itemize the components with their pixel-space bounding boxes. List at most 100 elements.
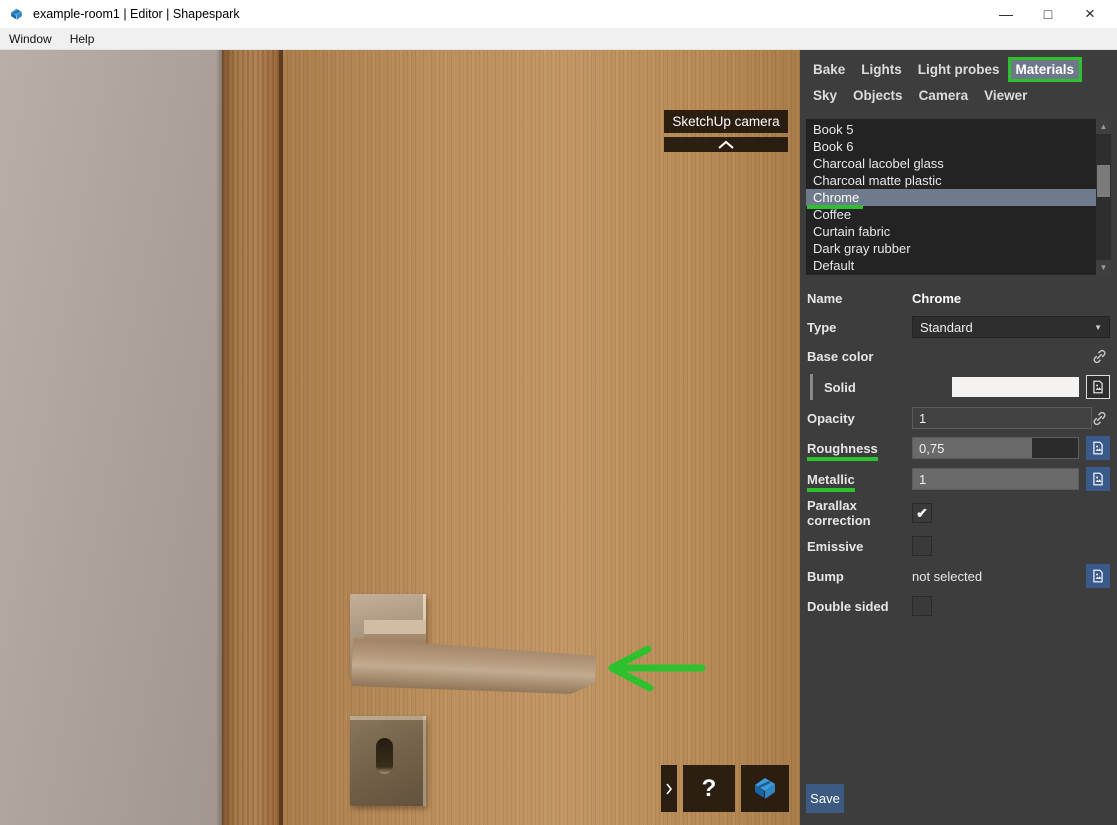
menu-help[interactable]: Help	[61, 30, 104, 48]
list-item[interactable]: Book 5	[806, 121, 1096, 138]
tab-bake[interactable]: Bake	[808, 60, 850, 79]
expand-panel-button[interactable]	[661, 765, 677, 812]
scene-wall	[0, 50, 222, 825]
name-row: Name Chrome	[807, 287, 1110, 309]
list-item[interactable]: Dark gray rubber	[806, 240, 1096, 257]
roughness-row: Roughness 0,75	[807, 436, 1110, 460]
metallic-row: Metallic 1	[807, 467, 1110, 491]
window-title: example-room1 | Editor | Shapespark	[33, 7, 240, 21]
list-item[interactable]: Curtain fabric	[806, 223, 1096, 240]
solid-label: Solid	[824, 380, 856, 395]
double-sided-row: Double sided	[807, 595, 1110, 617]
menu-bar: Window Help	[0, 28, 1117, 50]
tab-camera[interactable]: Camera	[914, 86, 974, 105]
sketchup-camera-label: SketchUp camera	[672, 114, 779, 129]
chevron-up-icon	[717, 140, 735, 149]
menu-window[interactable]: Window	[0, 30, 61, 48]
opacity-label: Opacity	[807, 411, 912, 426]
opacity-row: Opacity 1	[807, 407, 1110, 429]
sketchup-camera-button[interactable]: SketchUp camera	[664, 110, 788, 133]
maximize-button[interactable]: □	[1027, 0, 1069, 28]
tab-light-probes[interactable]: Light probes	[913, 60, 1005, 79]
metallic-texture-button[interactable]	[1086, 467, 1110, 491]
list-scrollbar[interactable]: ▲ ▼	[1096, 119, 1111, 275]
collapse-camera-bar[interactable]	[664, 137, 788, 152]
parallax-label: Parallax correction	[807, 498, 912, 528]
base-color-row: Base color	[807, 345, 1110, 367]
list-item[interactable]: Default	[806, 257, 1096, 274]
base-color-label: Base color	[807, 349, 912, 364]
viewport-buttons: ?	[661, 765, 789, 812]
roughness-value: 0,75	[919, 438, 944, 458]
metallic-label: Metallic	[807, 472, 855, 487]
scroll-up-icon[interactable]: ▲	[1096, 119, 1111, 134]
texture-picker-button[interactable]	[1086, 375, 1110, 399]
base-color-swatch[interactable]	[952, 377, 1079, 397]
scene-door	[283, 50, 800, 825]
list-item[interactable]: Charcoal matte plastic	[806, 172, 1096, 189]
editor-panel: Bake Lights Light probes Materials Sky O…	[800, 50, 1117, 825]
metallic-fill	[913, 469, 1078, 489]
materials-list: Book 5 Book 6 Charcoal lacobel glass Cha…	[806, 119, 1111, 275]
emissive-row: Emissive	[807, 535, 1110, 557]
double-sided-checkbox[interactable]	[912, 596, 932, 616]
chevron-down-icon: ▼	[1094, 323, 1102, 332]
material-properties: Name Chrome Type Standard ▼ Base color	[800, 275, 1117, 617]
tab-sky[interactable]: Sky	[808, 86, 842, 105]
name-label: Name	[807, 291, 912, 306]
chevron-right-icon	[665, 782, 673, 796]
checkmark-icon: ✔	[916, 505, 928, 522]
close-button[interactable]: ×	[1069, 0, 1111, 28]
list-item-selected[interactable]: Chrome	[806, 189, 1096, 206]
indent-bar	[810, 374, 813, 400]
title-bar: example-room1 | Editor | Shapespark — □ …	[0, 0, 1117, 28]
scroll-down-icon[interactable]: ▼	[1096, 260, 1111, 275]
roughness-slider[interactable]: 0,75	[912, 437, 1079, 459]
link-icon[interactable]	[1092, 411, 1110, 426]
window-controls: — □ ×	[985, 0, 1111, 28]
double-sided-label: Double sided	[807, 599, 912, 614]
bump-label: Bump	[807, 569, 912, 584]
help-label: ?	[702, 775, 717, 803]
panel-tabs: Bake Lights Light probes Materials Sky O…	[800, 50, 1117, 105]
opacity-input[interactable]: 1	[912, 407, 1092, 429]
shapespark-logo-icon	[749, 773, 781, 805]
save-button[interactable]: Save	[806, 784, 844, 813]
bump-value: not selected	[912, 569, 982, 584]
emissive-label: Emissive	[807, 539, 912, 554]
parallax-row: Parallax correction ✔	[807, 498, 1110, 528]
list-item[interactable]: Charcoal lacobel glass	[806, 155, 1096, 172]
type-select[interactable]: Standard ▼	[912, 316, 1110, 338]
minimize-button[interactable]: —	[985, 0, 1027, 28]
scrollbar-thumb[interactable]	[1097, 165, 1110, 197]
bump-texture-button[interactable]	[1086, 564, 1110, 588]
scene-keyhole	[376, 738, 393, 774]
shapespark-logo-icon	[8, 6, 25, 23]
tab-lights[interactable]: Lights	[856, 60, 907, 79]
metallic-value: 1	[919, 469, 926, 489]
texture-icon	[1091, 380, 1105, 394]
roughness-texture-button[interactable]	[1086, 436, 1110, 460]
parallax-checkbox[interactable]: ✔	[912, 503, 932, 523]
scene-door-frame	[222, 50, 279, 825]
metallic-slider[interactable]: 1	[912, 468, 1079, 490]
materials-list-items: Book 5 Book 6 Charcoal lacobel glass Cha…	[806, 121, 1096, 274]
tab-objects[interactable]: Objects	[848, 86, 908, 105]
link-icon[interactable]	[1092, 349, 1110, 364]
tab-materials[interactable]: Materials	[1011, 60, 1080, 79]
shapespark-brand-button[interactable]	[741, 765, 789, 812]
texture-icon	[1091, 441, 1105, 455]
name-value: Chrome	[912, 291, 961, 306]
type-row: Type Standard ▼	[807, 316, 1110, 338]
annotation-arrow-icon	[598, 640, 710, 696]
help-button[interactable]: ?	[683, 765, 735, 812]
viewport-3d[interactable]: SketchUp camera ?	[0, 50, 800, 825]
type-label: Type	[807, 320, 912, 335]
texture-icon	[1091, 569, 1105, 583]
type-selected-value: Standard	[920, 320, 973, 335]
tab-viewer[interactable]: Viewer	[979, 86, 1032, 105]
solid-row: Solid	[807, 374, 1110, 400]
list-item[interactable]: Book 6	[806, 138, 1096, 155]
emissive-checkbox[interactable]	[912, 536, 932, 556]
roughness-label: Roughness	[807, 441, 878, 456]
